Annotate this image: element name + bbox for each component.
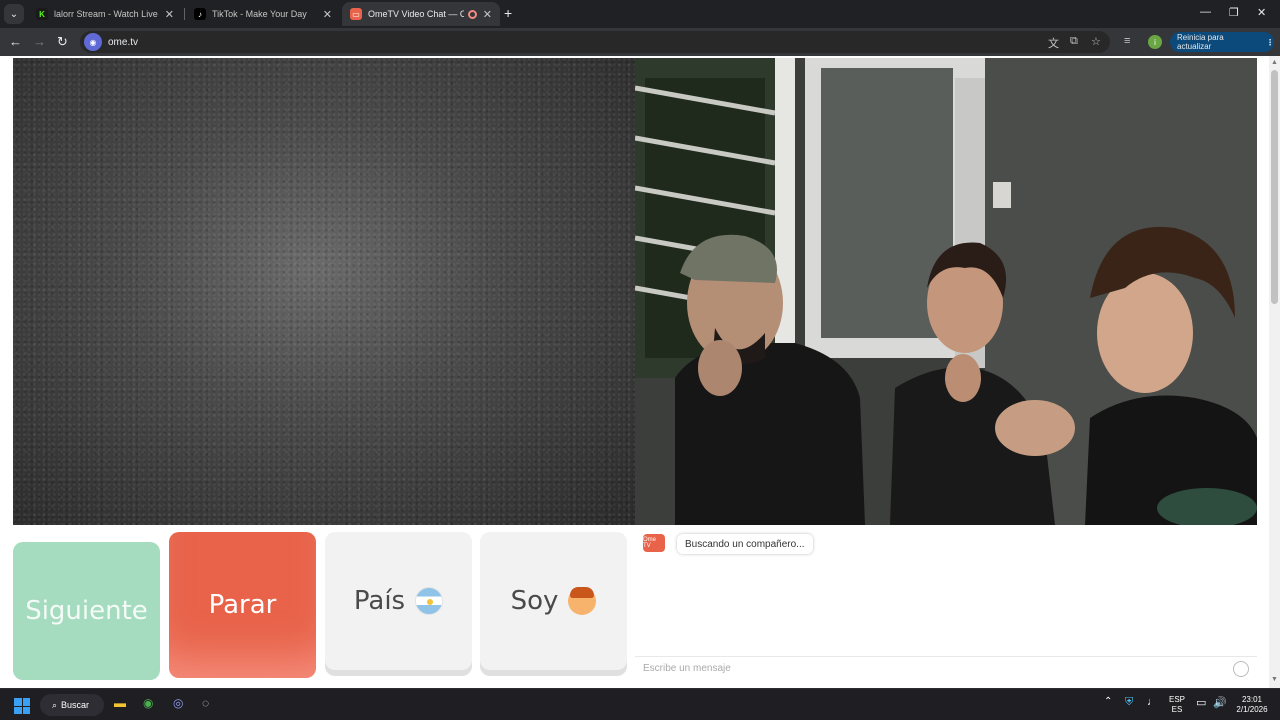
chat-panel: Ome TV Buscando un compañero... Escribe … (635, 526, 1257, 682)
taskbar-search[interactable]: ⌕ Buscar (40, 694, 104, 716)
windows-start-icon[interactable] (14, 698, 30, 714)
next-label: Siguiente (25, 596, 148, 626)
language-code: ESP (1168, 695, 1185, 704)
tab-kick[interactable]: K lalorr Stream - Watch Live on K ✕ (28, 2, 182, 26)
discord-icon[interactable]: ◎ (173, 696, 183, 710)
minimize-icon[interactable]: — (1200, 6, 1211, 18)
language-indicator[interactable]: ESP ES (1166, 695, 1188, 715)
recording-icon (467, 9, 477, 19)
file-explorer-icon[interactable]: ▬ (114, 696, 126, 710)
update-button[interactable]: Reinicia para actualizar ⋮ (1170, 32, 1274, 52)
window-close-icon[interactable]: ✕ (1257, 6, 1266, 19)
tab-title: OmeTV Video Chat — Ome (368, 9, 464, 19)
media-control-icon[interactable]: ≡ (1124, 35, 1130, 47)
scroll-up-icon[interactable]: ▲ (1271, 59, 1278, 66)
microphone-icon[interactable]: ♩ (1147, 696, 1158, 708)
country-button[interactable]: País (325, 532, 472, 670)
site-info-icon[interactable]: ◉ (84, 33, 102, 51)
next-button[interactable]: Siguiente (13, 542, 160, 680)
ometv-page: Siguiente Parar País Soy Ome TV Buscando… (0, 56, 1280, 688)
video-static-noise (13, 58, 635, 525)
forward-icon[interactable]: → (33, 34, 46, 49)
restore-icon[interactable]: ❐ (1229, 6, 1239, 19)
gender-button[interactable]: Soy (480, 532, 627, 670)
language-sub: ES (1171, 705, 1183, 714)
chat-status-message: Buscando un compañero... (677, 534, 813, 554)
country-label: País (353, 586, 406, 616)
network-icon[interactable]: ▭ (1196, 696, 1206, 709)
stop-button[interactable]: Parar (169, 532, 316, 678)
search-icon: ⌕ (52, 699, 58, 710)
stop-label: Parar (208, 590, 277, 620)
windows-taskbar: ⌕ Buscar ▬ ◉ ◎ ◌ ⌃ ⛨ ♩ ESP ES ▭ 🔊 23:01 … (0, 688, 1280, 720)
tab-ometv[interactable]: ▭ OmeTV Video Chat — Ome ✕ (342, 2, 500, 26)
clock-time: 23:01 (1241, 695, 1263, 704)
reload-icon[interactable]: ↻ (57, 34, 68, 50)
tab-title: lalorr Stream - Watch Live on K (54, 9, 159, 19)
camera-scene (635, 58, 1257, 525)
translate-icon[interactable]: 文 (1048, 35, 1059, 51)
address-bar[interactable]: ◉ ome.tv (80, 31, 1110, 53)
page-scrollbar[interactable]: ▲ ▼ (1269, 56, 1280, 688)
tab-search-button[interactable]: ⌄ (4, 4, 24, 24)
scroll-thumb[interactable] (1271, 70, 1278, 304)
tab-strip: ⌄ K lalorr Stream - Watch Live on K ✕ ♪ … (0, 0, 1280, 28)
security-shield-icon[interactable]: ⛨ (1125, 696, 1133, 709)
install-app-icon[interactable]: ⧉ (1070, 35, 1078, 48)
kebab-menu-icon: ⋮ (1266, 37, 1274, 47)
boy-emoji-icon (568, 587, 597, 615)
bookmark-star-icon[interactable]: ☆ (1091, 35, 1101, 48)
url-text: ome.tv (108, 36, 139, 48)
argentina-flag-icon (415, 587, 444, 615)
back-icon[interactable]: ← (9, 34, 22, 49)
tab-title: TikTok - Make Your Day (212, 9, 307, 19)
tray-chevron-icon[interactable]: ⌃ (1104, 696, 1112, 707)
app-icon[interactable]: ◌ (202, 696, 209, 710)
browser-toolbar: ← → ↻ ◉ ome.tv 文 ⧉ ☆ ≡ i Reinicia para a… (0, 28, 1280, 56)
profile-avatar[interactable]: i (1148, 35, 1162, 49)
clock-date: 2/1/2026 (1236, 705, 1268, 714)
close-icon[interactable]: ✕ (165, 8, 174, 21)
emoji-smile-icon[interactable] (1233, 661, 1249, 677)
chrome-icon[interactable]: ◉ (143, 696, 153, 710)
ometv-icon: ▭ (350, 8, 362, 20)
scroll-down-icon[interactable]: ▼ (1271, 676, 1278, 683)
tiktok-icon: ♪ (194, 8, 206, 20)
clock[interactable]: 23:01 2/1/2026 (1230, 695, 1274, 715)
close-icon[interactable]: ✕ (483, 8, 492, 21)
new-tab-button[interactable]: + (504, 5, 512, 21)
tab-tiktok[interactable]: ♪ TikTok - Make Your Day ✕ (186, 2, 340, 26)
volume-icon[interactable]: 🔊 (1213, 696, 1227, 709)
tab-divider (184, 8, 185, 20)
stranger-video (13, 58, 635, 525)
ometv-logo: Ome TV (643, 534, 665, 552)
message-input[interactable]: Escribe un mensaje (635, 656, 1257, 680)
update-label: Reinicia para actualizar (1177, 33, 1224, 51)
taskbar-search-label: Buscar (61, 700, 90, 710)
kick-icon: K (36, 8, 48, 20)
gender-label: Soy (510, 586, 559, 616)
message-placeholder: Escribe un mensaje (643, 663, 731, 674)
self-camera-video (635, 58, 1257, 525)
close-icon[interactable]: ✕ (323, 8, 332, 21)
